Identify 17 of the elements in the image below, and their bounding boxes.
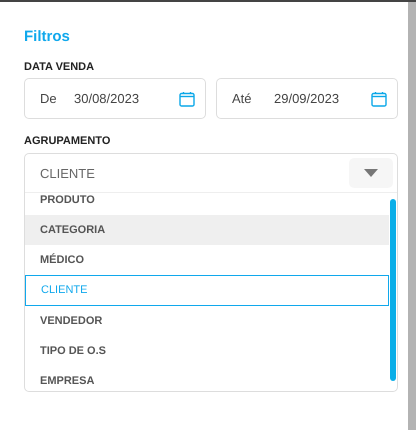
dropdown-option[interactable]: TIPO DE O.S — [25, 336, 389, 366]
caret-icon — [364, 169, 378, 177]
panel-title: Filtros — [24, 28, 71, 45]
date-field[interactable]: De 30/08/2023 — [24, 78, 206, 119]
scrollbar-thumb[interactable] — [390, 199, 396, 381]
dropdown-button[interactable] — [349, 158, 393, 188]
field-label: AGRUPAMENTO — [24, 135, 112, 147]
dropdown-option[interactable]: PRODUTO — [25, 193, 389, 215]
grouping-select[interactable]: CLIENTE — [25, 154, 397, 193]
calendar-icon[interactable] — [179, 90, 195, 106]
calendar-icon[interactable] — [371, 90, 387, 106]
date-field[interactable]: Até 29/09/2023 — [216, 78, 398, 119]
dropdown-option[interactable]: CATEGORIA — [25, 215, 389, 245]
dropdown-option[interactable]: MÉDICO — [25, 245, 389, 275]
dropdown-option[interactable]: VENDEDOR — [25, 306, 389, 336]
dropdown-option[interactable]: EMPRESA — [25, 366, 389, 391]
field-label: DATA VENDA — [24, 61, 96, 73]
